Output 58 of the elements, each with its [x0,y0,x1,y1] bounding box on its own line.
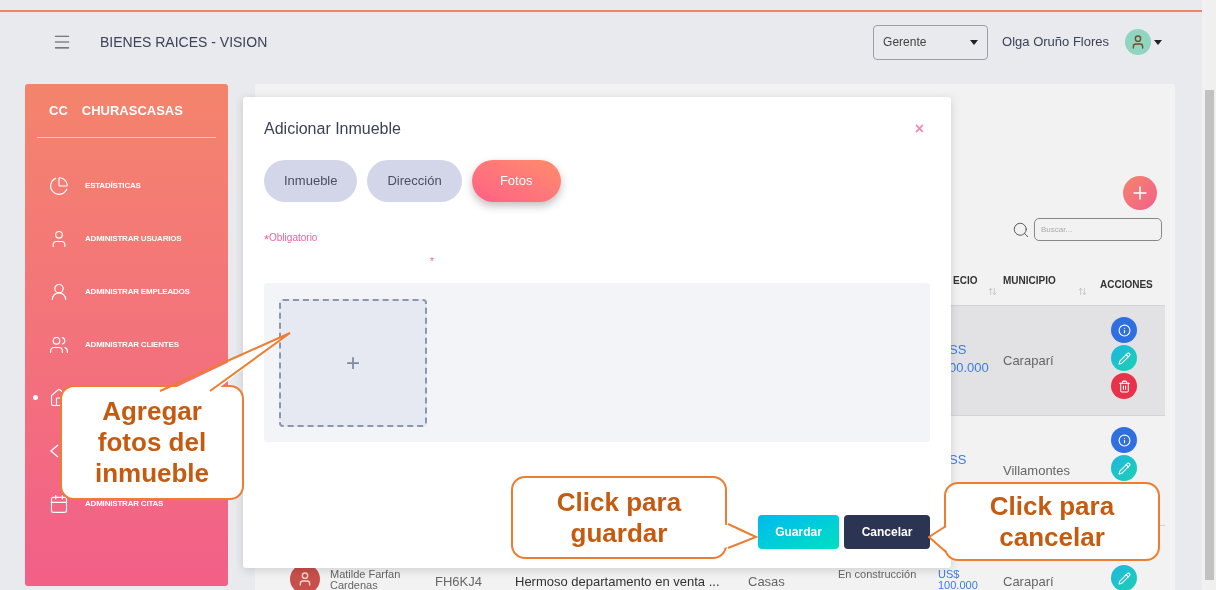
user-avatar[interactable] [1125,29,1151,55]
edit-button[interactable] [1111,455,1137,481]
price-text: 100.000 [938,580,979,590]
pencil-icon [1117,571,1131,585]
table-cell: Casas [748,574,785,589]
brand-name: CHURASCASAS [81,101,183,120]
sort-icon[interactable] [1078,286,1087,296]
modal-title: Adicionar Inmueble [264,119,401,139]
edit-button[interactable] [1111,565,1137,590]
price-text: US$ [938,569,961,580]
column-header[interactable]: MUNICIPIO [1003,272,1056,296]
tab[interactable]: Dirección [367,160,462,202]
table-cell: Caraparí [1003,353,1054,368]
add-photo-tile[interactable]: + [279,298,427,427]
tab[interactable]: Inmueble [264,160,358,202]
column-header[interactable]: ECIO [953,272,978,296]
delete-button[interactable] [1111,373,1137,399]
sidebar-item[interactable]: ADMINISTRAR EMPLEADOS [33,280,190,303]
pie-chart-icon [49,175,69,196]
calendar-icon [49,493,69,514]
table-cell: Villamontes [1003,463,1070,478]
column-header[interactable]: ACCIONES [1093,276,1165,292]
sort-icon[interactable] [988,286,997,296]
callout-tooltip: Click para guardar [511,476,727,559]
add-button[interactable] [1123,176,1157,210]
app-title: BIENES RAICES - VISION [100,32,268,52]
role-select[interactable]: Gerente [873,24,989,60]
info-button[interactable] [1111,427,1137,453]
caret-icon[interactable] [1154,39,1162,45]
info-button[interactable] [1111,317,1137,343]
search-icon[interactable] [1012,220,1030,239]
scrollbar[interactable] [1202,0,1216,590]
save-button[interactable]: Guardar [758,514,839,549]
info-icon [1117,433,1131,447]
tab[interactable]: Fotos [471,160,561,202]
close-button[interactable]: × [914,117,924,141]
pencil-icon [1117,461,1131,475]
brand-initials: CC [49,101,68,120]
pencil-icon [1117,351,1131,365]
table-cell-text: Matilde Farfan Cardenas [330,569,402,590]
search-field[interactable]: Buscar... [1034,218,1162,241]
table-cell: FH6KJ4 [435,574,482,589]
users-icon [49,334,69,355]
table-cell-text: En construcción [838,569,918,580]
required-mark: * [430,254,434,269]
trash-icon [1117,379,1131,393]
cancel-button[interactable]: Cancelar [844,514,930,549]
sidebar-item[interactable]: ESTADÍSTICAS [33,174,141,197]
sidebar-item[interactable]: ADMINISTRAR CLIENTES [33,333,179,356]
edit-button[interactable] [1111,345,1137,371]
table-cell: Hermoso departamento en venta ... [515,574,720,589]
callout-tooltip: Click para cancelar [944,482,1160,561]
sidebar-item[interactable]: ADMINISTRAR USUARIOS [33,227,182,250]
table-cell: Caraparí [1003,574,1054,589]
person-icon [49,281,69,302]
caret-icon [970,39,979,45]
user-name: Olga Oruño Flores [1002,33,1109,52]
info-icon [1117,323,1131,337]
